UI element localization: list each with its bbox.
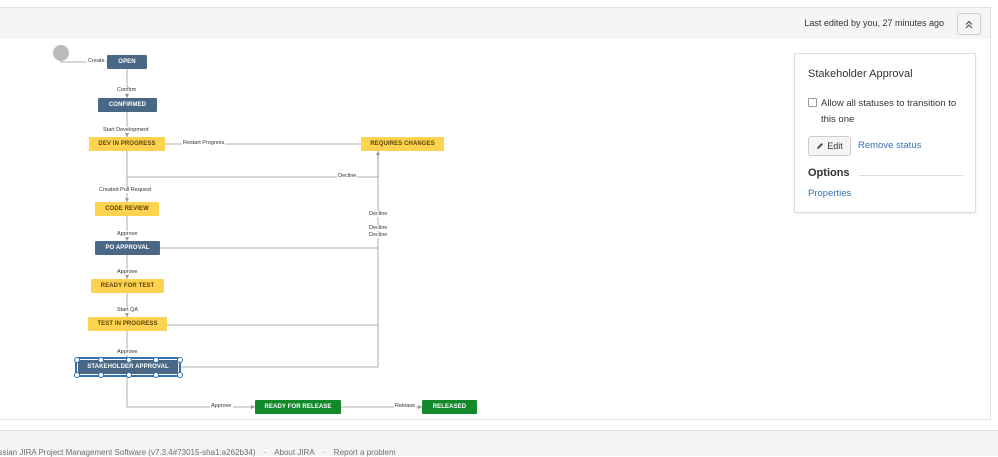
transition-start-development[interactable]: Start Development (102, 127, 150, 133)
collapse-button[interactable] (957, 13, 981, 35)
status-test-in-progress[interactable]: TEST IN PROGRESS (88, 317, 167, 331)
resize-handle[interactable] (153, 357, 159, 363)
resize-handle[interactable] (126, 357, 132, 363)
start-node (53, 45, 69, 61)
resize-handle[interactable] (98, 372, 104, 378)
transition-restart-progress[interactable]: Restart Progress (182, 140, 226, 146)
transition-decline[interactable]: Decline (368, 225, 389, 231)
transition-confirm[interactable]: Confirm (116, 87, 138, 93)
transition-start-qa[interactable]: Start QA (116, 307, 140, 313)
status-requires-changes[interactable]: REQUIRES CHANGES (361, 137, 444, 151)
transition-approve[interactable]: Approve (210, 403, 233, 409)
footer-separator: · (322, 448, 326, 457)
resize-handle[interactable] (74, 357, 80, 363)
transition-approve[interactable]: Approve (116, 269, 139, 275)
double-chevron-up-icon (965, 20, 973, 28)
status-code-review[interactable]: CODE REVIEW (95, 202, 159, 216)
resize-handle[interactable] (98, 357, 104, 363)
remove-status-link[interactable]: Remove status (858, 140, 921, 151)
status-po-approval[interactable]: PO APPROVAL (95, 241, 160, 255)
pencil-icon (817, 143, 824, 149)
transition-decline[interactable]: Decline (368, 211, 389, 217)
options-heading: Options (808, 167, 850, 179)
resize-handle[interactable] (177, 357, 183, 363)
transition-create[interactable]: Create (87, 58, 106, 64)
footer-report-link[interactable]: Report a problem (334, 448, 396, 457)
transition-decline[interactable]: Decline (337, 173, 358, 179)
resize-handle[interactable] (177, 372, 183, 378)
edit-button[interactable]: Edit (808, 136, 851, 156)
transition-approve[interactable]: Approve (116, 231, 139, 237)
transition-release[interactable]: Release (394, 403, 417, 409)
status-open[interactable]: OPEN (107, 55, 147, 69)
footer-product[interactable]: assian JIRA Project Management Software … (0, 448, 256, 457)
footer-about-link[interactable]: About JIRA (274, 448, 314, 457)
allow-all-statuses-checkbox[interactable] (808, 98, 817, 107)
resize-handle[interactable] (153, 372, 159, 378)
page-footer: assian JIRA Project Management Software … (0, 430, 998, 457)
panel-title: Stakeholder Approval (808, 68, 913, 80)
top-spacer (0, 0, 998, 7)
status-properties-panel: Stakeholder Approval Allow all statuses … (794, 53, 976, 213)
transition-created-pull-request[interactable]: Created Pull Request (98, 187, 153, 193)
status-ready-for-release[interactable]: READY FOR RELEASE (255, 400, 341, 414)
status-confirmed[interactable]: CONFIRMED (98, 98, 157, 112)
options-divider (859, 175, 963, 176)
properties-link[interactable]: Properties (808, 188, 851, 199)
last-edited-text: Last edited by you, 27 minutes ago (804, 18, 944, 28)
workflow-toolbar: Last edited by you, 27 minutes ago (0, 7, 991, 41)
resize-handle[interactable] (74, 372, 80, 378)
allow-all-statuses-label[interactable]: Allow all statuses to transition to this… (821, 96, 961, 128)
status-dev-in-progress[interactable]: DEV IN PROGRESS (89, 137, 165, 151)
edit-button-label: Edit (827, 141, 843, 151)
resize-handle[interactable] (126, 372, 132, 378)
status-released[interactable]: RELEASED (422, 400, 477, 414)
footer-separator: · (263, 448, 267, 457)
transition-decline[interactable]: Decline (368, 232, 389, 238)
transition-approve[interactable]: Approve (116, 349, 139, 355)
status-ready-for-test[interactable]: READY FOR TEST (91, 279, 164, 293)
